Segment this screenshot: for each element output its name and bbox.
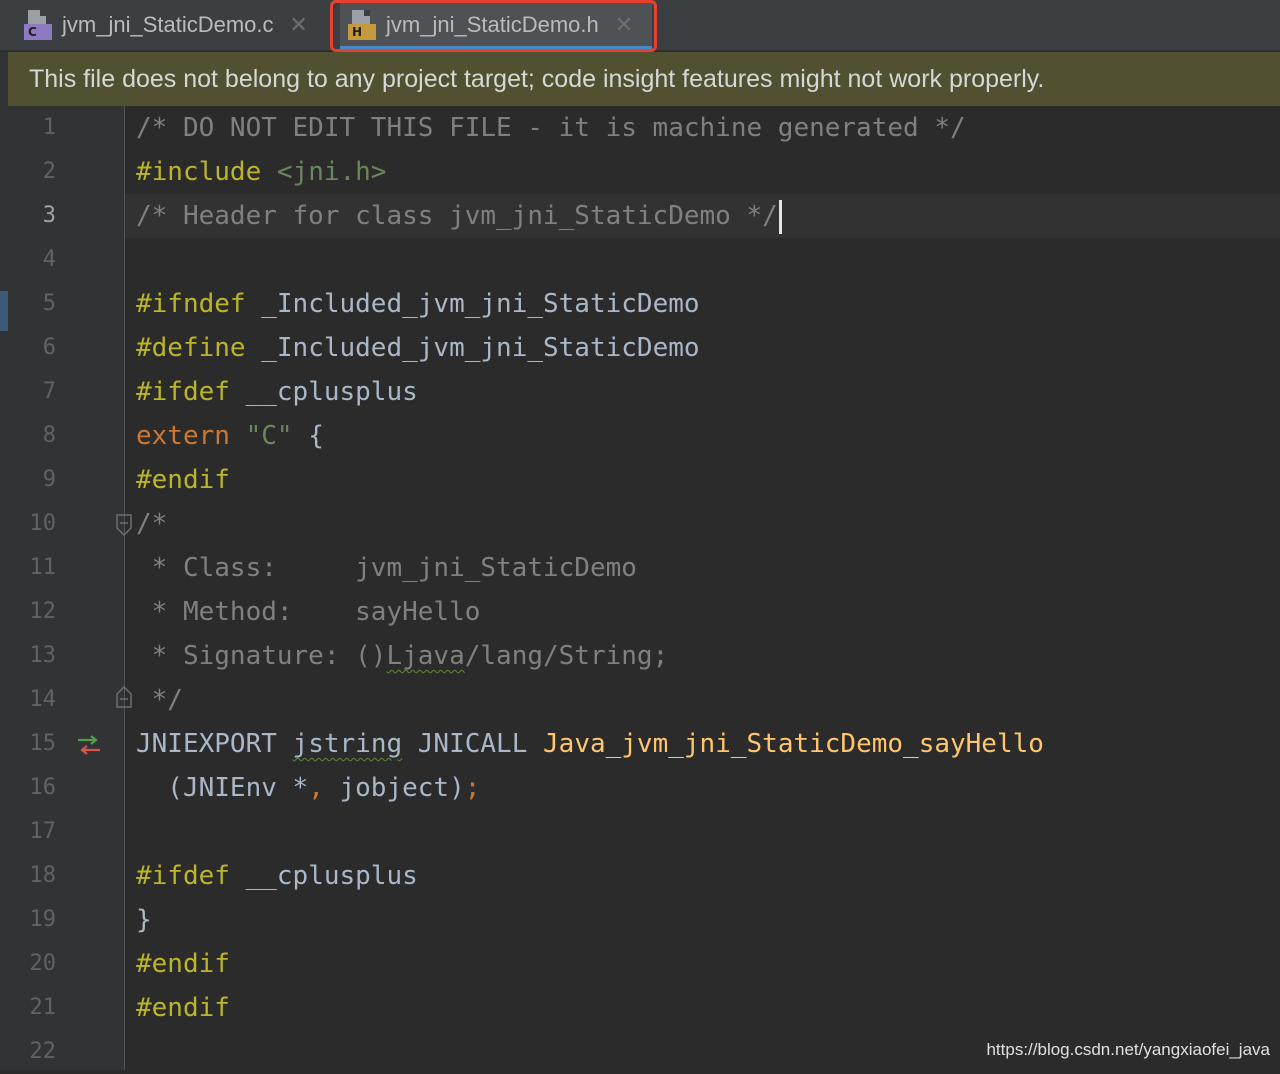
line-number: 4: [42, 247, 56, 272]
code-line: * Method: sayHello: [136, 597, 481, 627]
code-line: (JNIEnv *, jobject);: [136, 773, 481, 803]
code-line: #ifdef __cplusplus: [136, 861, 418, 891]
code-line: #include <jni.h>: [136, 157, 387, 187]
tab-jvm-jni-staticdemo-c[interactable]: C jvm_jni_StaticDemo.c ✕: [24, 0, 308, 50]
navigate-to-implementation-icon[interactable]: [76, 734, 102, 761]
tab-label: jvm_jni_StaticDemo.c: [62, 12, 274, 37]
code-line-current: /* Header for class jvm_jni_StaticDemo *…: [125, 194, 1280, 238]
line-number: 8: [42, 423, 56, 448]
code-line: */: [136, 685, 183, 715]
close-tab-icon[interactable]: ✕: [290, 13, 308, 38]
code-line: #endif: [136, 993, 230, 1023]
code-editor[interactable]: /* DO NOT EDIT THIS FILE - it is machine…: [125, 106, 1280, 1070]
line-number: 22: [29, 1039, 57, 1064]
code-line: * Signature: ()Ljava/lang/String;: [136, 641, 669, 671]
code-line: /*: [136, 509, 168, 539]
stripe-marker: [0, 291, 8, 331]
spellcheck-squiggle: jstring: [292, 729, 403, 759]
code-line: JNIEXPORT jstring JNICALL Java_jvm_jni_S…: [136, 729, 1044, 759]
line-number: 2: [42, 159, 56, 184]
line-number: 21: [29, 995, 57, 1020]
line-number: 5: [42, 291, 56, 316]
line-number-gutter[interactable]: 1 2 3 4 5 6 7 8 9 10 11 12 13 14 15 16 1…: [8, 106, 132, 1070]
code-line: #ifndef _Included_jvm_jni_StaticDemo: [136, 289, 700, 319]
code-line: }: [136, 905, 152, 935]
line-number: 20: [29, 951, 57, 976]
line-number: 7: [42, 379, 56, 404]
code-line: #endif: [136, 465, 230, 495]
line-number: 14: [29, 687, 57, 712]
highlight-annotation-box: [330, 0, 657, 52]
line-number: 16: [29, 775, 57, 800]
code-line: #endif: [136, 949, 230, 979]
editor-tab-bar: C jvm_jni_StaticDemo.c ✕ H jvm_jni_Stati…: [0, 0, 1280, 52]
spellcheck-squiggle: Ljava: [386, 641, 465, 671]
line-number: 11: [29, 555, 57, 580]
project-target-warning-banner: This file does not belong to any project…: [8, 52, 1280, 106]
code-line: #define _Included_jvm_jni_StaticDemo: [136, 333, 700, 363]
left-tool-stripe: [0, 52, 8, 1070]
line-number: 12: [29, 599, 57, 624]
line-number: 19: [29, 907, 57, 932]
banner-text: This file does not belong to any project…: [29, 64, 1045, 93]
code-line: extern "C" {: [136, 421, 324, 451]
line-number: 13: [29, 643, 57, 668]
c-source-file-icon: C: [24, 10, 52, 40]
line-number: 18: [29, 863, 57, 888]
code-line: #ifdef __cplusplus: [136, 377, 418, 407]
line-number-current: 3: [42, 203, 56, 228]
line-number: 6: [42, 335, 56, 360]
line-number: 10: [29, 511, 57, 536]
watermark-url: https://blog.csdn.net/yangxiaofei_java: [986, 1040, 1270, 1059]
line-number: 15: [29, 731, 57, 756]
line-number: 9: [42, 467, 56, 492]
text-caret: [778, 199, 782, 234]
line-number: 17: [29, 819, 57, 844]
line-number: 1: [42, 115, 56, 140]
code-line: /* DO NOT EDIT THIS FILE - it is machine…: [136, 113, 966, 143]
code-line: * Class: jvm_jni_StaticDemo: [136, 553, 637, 583]
